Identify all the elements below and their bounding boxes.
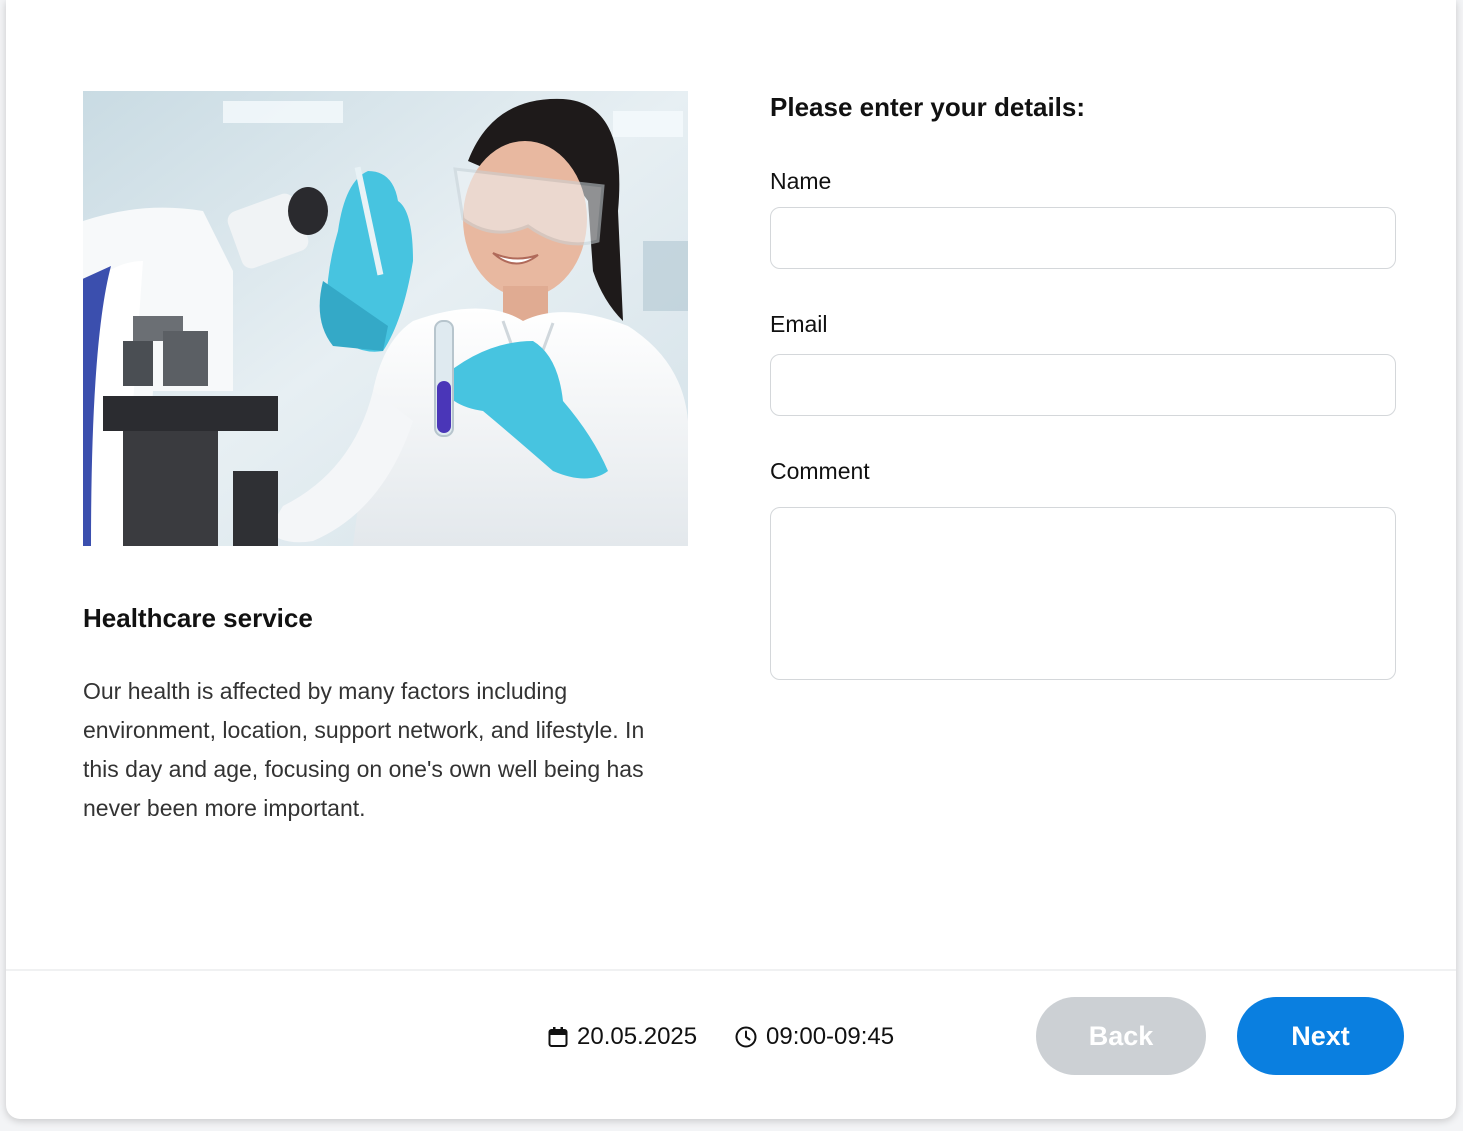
date-text: 20.05.2025 (577, 1023, 698, 1050)
booking-card: Healthcare service Our health is affecte… (6, 0, 1456, 1119)
next-button[interactable]: Next (1237, 997, 1404, 1075)
service-title: Healthcare service (83, 603, 313, 633)
name-label: Name (770, 168, 832, 194)
comment-label: Comment (770, 458, 870, 484)
service-image (83, 91, 688, 546)
appointment-time: 09:00-09:45 (735, 1023, 894, 1051)
service-description: Our health is affected by many factors i… (83, 678, 645, 821)
time-text: 09:00-09:45 (766, 1023, 895, 1050)
name-input[interactable] (770, 207, 1396, 269)
appointment-date: 20.05.2025 (548, 1023, 697, 1051)
email-label: Email (770, 311, 828, 337)
clock-icon (735, 1026, 757, 1048)
comment-textarea[interactable] (770, 507, 1396, 680)
email-input[interactable] (770, 354, 1396, 416)
calendar-icon (548, 1026, 568, 1048)
footer-divider (6, 969, 1456, 971)
form-heading: Please enter your details: (770, 92, 1086, 122)
back-button[interactable]: Back (1036, 997, 1206, 1075)
